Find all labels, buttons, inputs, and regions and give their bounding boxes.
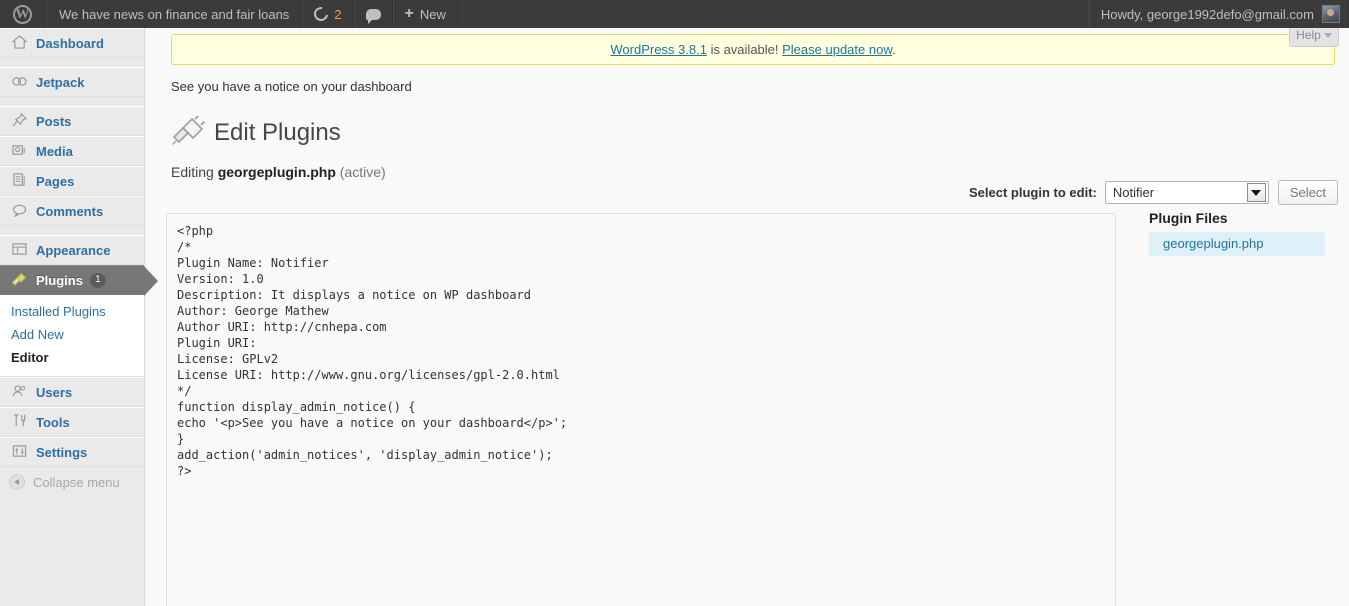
sidebar-item-media[interactable]: Media bbox=[0, 136, 144, 166]
sidebar-item-plugins[interactable]: Plugins 1 bbox=[0, 265, 144, 295]
my-account-menu[interactable]: Howdy, george1992defo@gmail.com bbox=[1089, 0, 1349, 28]
plugin-selector-row: Select plugin to edit: Notifier Select bbox=[969, 180, 1338, 205]
settings-icon bbox=[9, 444, 29, 460]
page-title-text: Edit Plugins bbox=[214, 119, 341, 147]
tools-icon bbox=[9, 414, 29, 430]
submenu-item-label: Editor bbox=[11, 350, 49, 365]
plugins-submenu: Installed Plugins Add New Editor bbox=[0, 295, 144, 377]
select-button[interactable]: Select bbox=[1278, 180, 1338, 205]
editing-file-state: (active) bbox=[336, 164, 386, 180]
plugin-file-item[interactable]: georgeplugin.php bbox=[1149, 232, 1325, 256]
update-now-link[interactable]: Please update now bbox=[782, 42, 892, 57]
sidebar-item-label: Jetpack bbox=[36, 75, 84, 90]
code-editor-textarea[interactable]: <?php /* Plugin Name: Notifier Version: … bbox=[166, 213, 1116, 606]
appearance-icon bbox=[9, 242, 29, 258]
sidebar-item-label: Comments bbox=[36, 204, 103, 219]
chevron-down-icon bbox=[1324, 33, 1332, 38]
site-name-menu[interactable]: We have news on finance and fair loans bbox=[46, 0, 302, 28]
collapse-menu-button[interactable]: Collapse menu bbox=[0, 467, 144, 497]
collapse-arrow-icon bbox=[9, 474, 25, 490]
sidebar-item-jetpack[interactable]: Jetpack bbox=[0, 67, 144, 97]
admin-sidebar: Dashboard Jetpack Posts Media Pages Comm… bbox=[0, 28, 145, 606]
editing-file-line: Editing georgeplugin.php (active) bbox=[171, 164, 1349, 180]
menu-separator bbox=[0, 97, 144, 106]
submenu-item-label: Installed Plugins bbox=[11, 304, 106, 319]
sidebar-item-label: Pages bbox=[36, 174, 74, 189]
plugins-plug-icon bbox=[171, 116, 205, 150]
plugins-update-badge: 1 bbox=[90, 272, 106, 288]
sidebar-item-dashboard[interactable]: Dashboard bbox=[0, 28, 144, 58]
collapse-menu-label: Collapse menu bbox=[33, 475, 120, 490]
updates-count-badge: 2 bbox=[334, 7, 341, 22]
media-icon bbox=[9, 143, 29, 159]
plugin-files-title: Plugin Files bbox=[1149, 210, 1339, 226]
update-version-link[interactable]: WordPress 3.8.1 bbox=[610, 42, 707, 57]
sidebar-item-label: Tools bbox=[36, 415, 70, 430]
sidebar-item-label: Posts bbox=[36, 114, 71, 129]
sidebar-item-pages[interactable]: Pages bbox=[0, 166, 144, 196]
plugin-admin-notice: See you have a notice on your dashboard bbox=[171, 79, 1349, 94]
submenu-item-installed-plugins[interactable]: Installed Plugins bbox=[0, 300, 144, 323]
updates-button[interactable]: 2 bbox=[302, 0, 353, 28]
new-label: New bbox=[420, 7, 446, 22]
sidebar-item-label: Appearance bbox=[36, 243, 110, 258]
sidebar-item-label: Users bbox=[36, 385, 72, 400]
plugin-admin-notice-text: See you have a notice on your dashboard bbox=[171, 79, 412, 94]
menu-separator bbox=[0, 58, 144, 67]
sidebar-item-users[interactable]: Users bbox=[0, 377, 144, 407]
sidebar-item-tools[interactable]: Tools bbox=[0, 407, 144, 437]
update-notice-trailing: . bbox=[892, 42, 896, 57]
posts-pin-icon bbox=[9, 113, 29, 129]
sidebar-item-label: Media bbox=[36, 144, 73, 159]
sidebar-item-label: Dashboard bbox=[36, 36, 104, 51]
new-content-button[interactable]: + New bbox=[393, 0, 458, 28]
plugin-selector-label: Select plugin to edit: bbox=[969, 185, 1097, 200]
dashboard-home-icon bbox=[9, 35, 29, 51]
submenu-item-add-new[interactable]: Add New bbox=[0, 323, 144, 346]
sidebar-item-appearance[interactable]: Appearance bbox=[0, 235, 144, 265]
wordpress-logo-button[interactable]: W bbox=[0, 0, 46, 28]
plugin-file-name: georgeplugin.php bbox=[1163, 236, 1263, 251]
admin-bar: W We have news on finance and fair loans… bbox=[0, 0, 1349, 28]
avatar bbox=[1322, 5, 1340, 23]
jetpack-icon bbox=[9, 74, 29, 90]
pages-icon bbox=[9, 173, 29, 189]
update-notice: WordPress 3.8.1 is available! Please upd… bbox=[171, 34, 1335, 65]
editing-prefix: Editing bbox=[171, 164, 218, 180]
chevron-down-icon bbox=[1247, 183, 1266, 202]
help-tab-button[interactable]: Help bbox=[1289, 28, 1339, 47]
comments-button[interactable] bbox=[354, 0, 393, 28]
update-notice-middle: is available! bbox=[707, 42, 782, 57]
sidebar-item-settings[interactable]: Settings bbox=[0, 437, 144, 467]
page-title: Edit Plugins bbox=[171, 116, 1349, 150]
plus-icon: + bbox=[405, 7, 414, 21]
plugin-select-value: Notifier bbox=[1113, 185, 1154, 200]
sidebar-item-label: Plugins bbox=[36, 273, 83, 288]
sidebar-item-label: Settings bbox=[36, 445, 87, 460]
comments-icon bbox=[9, 203, 29, 219]
plugin-editor-form: <?php /* Plugin Name: Notifier Version: … bbox=[166, 213, 1116, 606]
plugin-files-panel: Plugin Files georgeplugin.php bbox=[1149, 210, 1339, 256]
plugin-select-dropdown[interactable]: Notifier bbox=[1105, 181, 1269, 204]
menu-separator bbox=[0, 226, 144, 235]
main-content: Help WordPress 3.8.1 is available! Pleas… bbox=[146, 28, 1349, 606]
sidebar-item-posts[interactable]: Posts bbox=[0, 106, 144, 136]
site-name-label: We have news on finance and fair loans bbox=[59, 7, 289, 22]
help-tab-label: Help bbox=[1296, 28, 1321, 42]
updates-refresh-icon bbox=[312, 4, 331, 23]
users-icon bbox=[9, 384, 29, 400]
sidebar-item-comments[interactable]: Comments bbox=[0, 196, 144, 226]
comments-bubble-icon bbox=[366, 9, 381, 20]
submenu-item-editor[interactable]: Editor bbox=[0, 346, 144, 369]
admin-bar-spacer bbox=[458, 0, 1089, 28]
editing-file-name: georgeplugin.php bbox=[218, 164, 336, 180]
wordpress-logo-icon: W bbox=[13, 5, 32, 24]
plugins-plug-icon bbox=[9, 272, 29, 289]
submenu-item-label: Add New bbox=[11, 327, 64, 342]
howdy-label: Howdy, george1992defo@gmail.com bbox=[1101, 7, 1314, 22]
